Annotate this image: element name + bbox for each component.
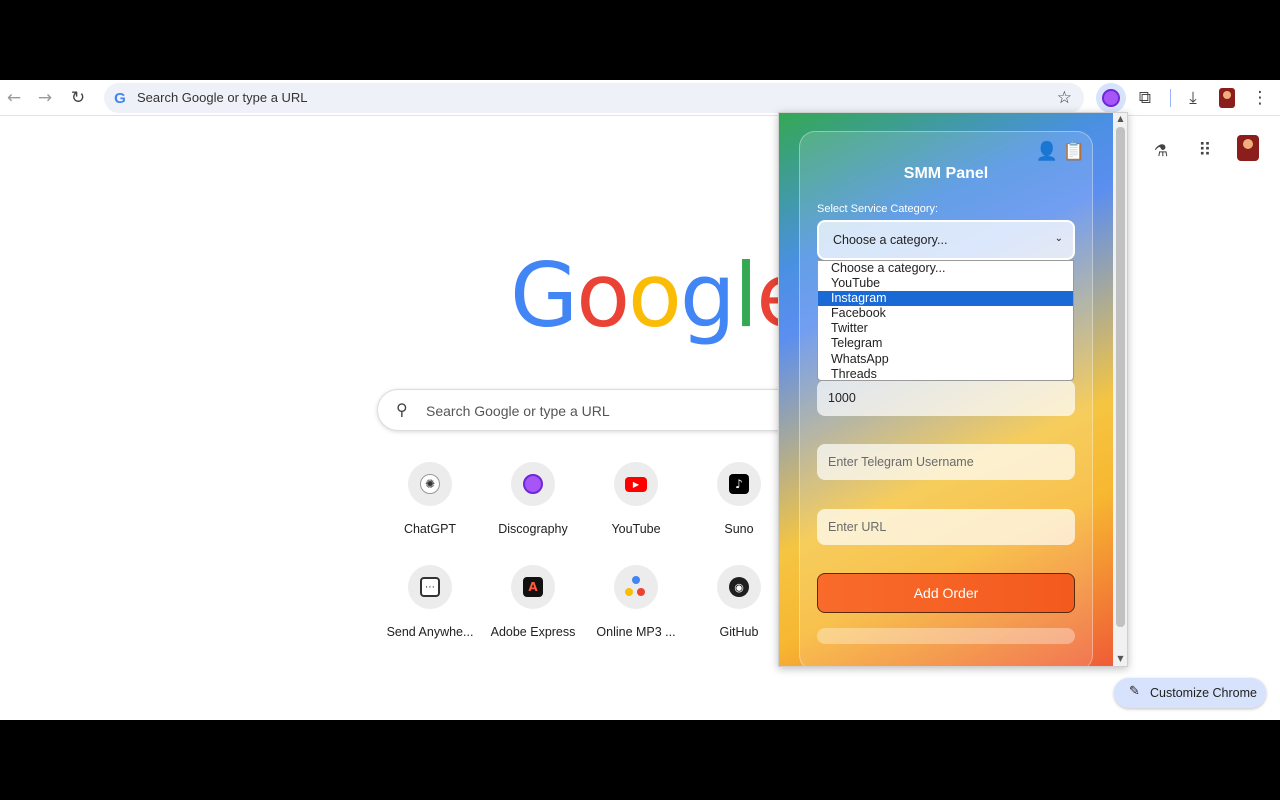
scroll-up-icon[interactable]: ▲ [1113, 113, 1127, 125]
logo-letter: G [510, 244, 578, 347]
add-order-button[interactable]: Add Order [817, 573, 1075, 613]
shortcut-label: GitHub [719, 625, 759, 639]
category-select-value: Choose a category... [833, 233, 948, 247]
category-dropdown: Choose a category... YouTube Instagram F… [817, 260, 1074, 381]
shortcut-label: YouTube [611, 522, 661, 536]
shortcut-label: ChatGPT [403, 522, 457, 536]
logo-letter: l [733, 244, 758, 347]
category-label: Select Service Category: [817, 203, 939, 215]
quantity-input[interactable]: 1000 [817, 380, 1075, 416]
category-option[interactable]: Twitter [818, 321, 1073, 336]
logo-letter: o [628, 244, 682, 347]
shortcut-label: Send Anywhe... [386, 625, 474, 639]
back-icon[interactable]: ← [0, 84, 28, 112]
chatgpt-icon: ✺ [420, 474, 440, 494]
shortcut-discography[interactable]: Discography [485, 462, 581, 536]
smm-extension-icon[interactable] [1096, 83, 1126, 113]
telegram-username-placeholder: Enter Telegram Username [828, 455, 974, 469]
customize-chrome-label: Customize Chrome [1150, 686, 1257, 700]
forward-icon[interactable]: → [31, 84, 59, 112]
logo-letter: o [576, 244, 630, 347]
logo-letter: g [679, 244, 736, 347]
suno-icon: ♪ [729, 474, 749, 494]
address-bar[interactable]: G Search Google or type a URL ☆ [104, 83, 1084, 113]
category-option[interactable]: YouTube [818, 276, 1073, 291]
discography-icon [523, 474, 543, 494]
popup-scrollbar[interactable]: ▲ ▼ [1113, 113, 1127, 666]
menu-kebab-icon[interactable]: ⋮ [1246, 84, 1274, 112]
category-option[interactable]: WhatsApp [818, 352, 1073, 367]
pencil-icon: ✎ [1129, 684, 1140, 699]
toolbar-divider [1170, 89, 1171, 107]
order-history-icon[interactable]: 📋 [1063, 140, 1085, 162]
account-avatar[interactable] [1237, 135, 1259, 161]
scroll-down-icon[interactable]: ▼ [1113, 653, 1127, 665]
chevron-down-icon: ⌄ [1054, 233, 1063, 244]
google-g-icon: G [114, 89, 126, 107]
labs-flask-icon[interactable]: ⚗ [1147, 136, 1175, 164]
shortcut-label: Suno [724, 522, 754, 536]
category-select[interactable]: Choose a category... ⌄ [817, 220, 1075, 260]
shortcut-youtube[interactable]: ▶ YouTube [588, 462, 684, 536]
telegram-username-input[interactable]: Enter Telegram Username [817, 444, 1075, 480]
shortcut-send-anywhere[interactable]: ⋯ Send Anywhe... [382, 565, 478, 639]
category-option[interactable]: Threads [818, 367, 1073, 382]
google-logo: Google [510, 252, 810, 340]
shortcut-chatgpt[interactable]: ✺ ChatGPT [382, 462, 478, 536]
profile-avatar[interactable] [1219, 88, 1235, 108]
adobe-express-icon: A [523, 577, 543, 597]
status-bar [817, 628, 1075, 644]
shortcut-online-mp3[interactable]: Online MP3 ... [588, 565, 684, 639]
url-placeholder: Enter URL [828, 520, 887, 534]
apps-grid-icon[interactable]: ⠿ [1191, 136, 1219, 164]
smm-panel-popup: 👤 📋 SMM Panel Select Service Category: C… [778, 112, 1128, 667]
category-option[interactable]: Telegram [818, 336, 1073, 351]
github-icon: ◉ [729, 577, 749, 597]
category-option-highlighted[interactable]: Instagram [818, 291, 1073, 307]
browser-window: ← → ↻ G Search Google or type a URL ☆ ⧉ … [0, 80, 1280, 720]
url-input[interactable]: Enter URL [817, 509, 1075, 545]
shortcut-suno[interactable]: ♪ Suno [691, 462, 787, 536]
reload-icon[interactable]: ↻ [64, 84, 92, 112]
shortcut-label: Discography [498, 522, 568, 536]
online-mp3-icon [625, 576, 647, 598]
customize-chrome-button[interactable]: ✎ Customize Chrome [1114, 678, 1266, 708]
search-input[interactable]: Search Google or type a URL [426, 403, 610, 419]
youtube-icon: ▶ [625, 476, 647, 492]
add-order-label: Add Order [913, 585, 979, 601]
extensions-puzzle-icon[interactable]: ⧉ [1131, 84, 1159, 112]
panel-title: SMM Panel [903, 165, 989, 182]
browser-toolbar: ← → ↻ G Search Google or type a URL ☆ ⧉ … [0, 80, 1280, 116]
shortcut-adobe-express[interactable]: A Adobe Express [485, 565, 581, 639]
scroll-thumb[interactable] [1116, 127, 1125, 627]
search-icon: ⚲ [396, 400, 408, 419]
quantity-value: 1000 [828, 391, 856, 405]
bookmark-star-icon[interactable]: ☆ [1057, 88, 1072, 108]
user-account-icon[interactable]: 👤 [1036, 140, 1058, 162]
category-option[interactable]: Facebook [818, 306, 1073, 321]
shortcut-github[interactable]: ◉ GitHub [691, 565, 787, 639]
shortcut-label: Adobe Express [490, 625, 576, 639]
shortcut-label: Online MP3 ... [596, 625, 676, 639]
address-bar-placeholder: Search Google or type a URL [137, 90, 308, 105]
category-option[interactable]: Choose a category... [818, 261, 1073, 276]
send-anywhere-icon: ⋯ [420, 577, 440, 597]
download-icon[interactable]: ⤓ [1179, 84, 1207, 112]
